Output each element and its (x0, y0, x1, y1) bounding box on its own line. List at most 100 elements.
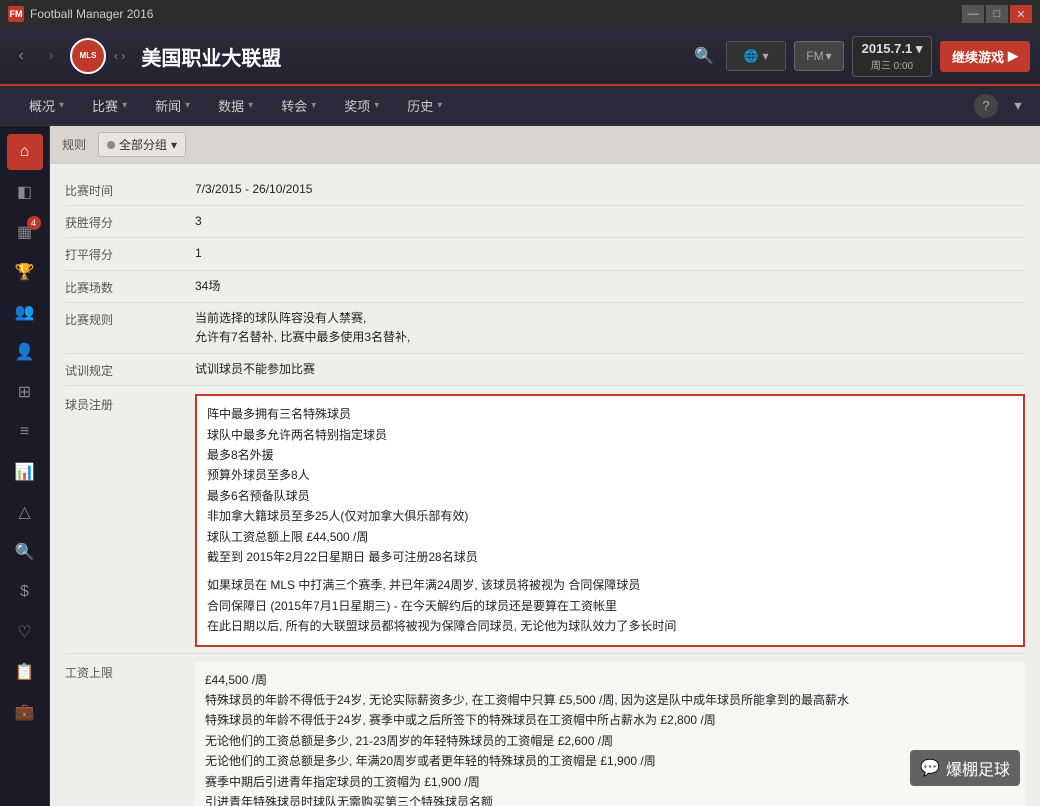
app-icon: FM (8, 6, 24, 22)
table-content: 比赛时间 7/3/2015 - 26/10/2015 获胜得分 3 打平得分 1 (50, 164, 1040, 806)
main-layout: ⌂ ◧ ▦4 🏆 👥 👤 ⊞ ≡ 📊 △ 🔍 $ ♡ 📋 💼 规则 全部分组 ▾ (0, 126, 1040, 806)
win-points-row: 获胜得分 3 (65, 206, 1025, 238)
training-rules-label: 试训规定 (65, 360, 195, 379)
draw-points-label: 打平得分 (65, 244, 195, 263)
sec-nav-chevron: ▾ (122, 100, 127, 111)
sidebar-icon-heart[interactable]: ♡ (7, 614, 43, 650)
date-bottom: 周三 0:00 (861, 57, 923, 72)
rules-bar: 规则 全部分组 ▾ (50, 126, 1040, 164)
sidebar-icon-grid[interactable]: ⊞ (7, 374, 43, 410)
fm-chevron: ▾ (826, 49, 832, 63)
sec-nav-新闻[interactable]: 新闻▾ (141, 86, 204, 126)
win-points-value: 3 (195, 212, 1025, 231)
match-rules-value: 当前选择的球队阵容没有人禁赛,允许有7名替补, 比赛中最多使用3名替补, (195, 309, 1025, 347)
match-rules-row: 比赛规则 当前选择的球队阵容没有人禁赛,允许有7名替补, 比赛中最多使用3名替补… (65, 303, 1025, 354)
wechat-icon: 💬 (920, 758, 940, 778)
reg-line: 最多8名外援 (207, 445, 1013, 465)
sidebar-icon-bag[interactable]: 💼 (7, 694, 43, 730)
maximize-button[interactable]: □ (986, 5, 1008, 23)
sec-nav-label: 转会 (281, 96, 307, 115)
content-area: 规则 全部分组 ▾ 比赛时间 7/3/2015 - 26/10/2015 (50, 126, 1040, 806)
globe-icon: 🌐 (743, 49, 758, 63)
league-title: 美国职业大联盟 (141, 42, 682, 71)
salary-line: £44,500 /周 (205, 670, 1015, 690)
sec-nav-end: ? ▾ (974, 94, 1040, 118)
league-logo: MLS (70, 38, 106, 74)
date-display[interactable]: 2015.7.1 ▾ 周三 0:00 (852, 36, 932, 77)
sec-nav-chevron: ▾ (248, 100, 253, 111)
help-button[interactable]: ? (974, 94, 998, 118)
salary-line: 无论他们的工资总额是多少, 21-23周岁的年轻特殊球员的工资帽是 £2,600… (205, 731, 1015, 751)
watermark-text: 爆棚足球 (946, 756, 1010, 780)
sidebar-icon-home[interactable]: ⌂ (7, 134, 43, 170)
sidebar-icon-people[interactable]: 👥 (7, 294, 43, 330)
continue-icon: ▶ (1008, 48, 1018, 64)
sidebar-icon-chart[interactable]: 📊 (7, 454, 43, 490)
salary-line: 无论他们的工资总额是多少, 年满20周岁或者更年轻的特殊球员的工资帽是 £1,9… (205, 751, 1015, 771)
sidebar-icon-calendar[interactable]: ▦4 (7, 214, 43, 250)
sec-nav-比赛[interactable]: 比赛▾ (78, 86, 141, 126)
close-button[interactable]: ✕ (1010, 5, 1032, 23)
continue-button[interactable]: 继续游戏 ▶ (940, 41, 1030, 72)
minimize-button[interactable]: — (962, 5, 984, 23)
sec-nav-奖项[interactable]: 奖项▾ (330, 86, 393, 126)
fm-label: FM (806, 49, 823, 63)
collapse-button[interactable]: ▾ (1006, 94, 1030, 118)
date-top: 2015.7.1 ▾ (861, 41, 923, 57)
reg-line: 阵中最多拥有三名特殊球员 (207, 404, 1013, 424)
window-controls: — □ ✕ (962, 5, 1032, 23)
registration-label: 球员注册 (65, 394, 195, 413)
secondary-nav: 概况▾比赛▾新闻▾数据▾转会▾奖项▾历史▾ ? ▾ (0, 86, 1040, 126)
watermark: 💬 爆棚足球 (910, 750, 1020, 786)
sidebar-icon-squad[interactable]: ◧ (7, 174, 43, 210)
sidebar-icon-person[interactable]: 👤 (7, 334, 43, 370)
reg-line: 合同保障日 (2015年7月1日星期三) - 在今天解约后的球员还是要算在工资帐… (207, 596, 1013, 616)
group-selector[interactable]: 全部分组 ▾ (98, 132, 186, 157)
sidebar-icon-search2[interactable]: 🔍 (7, 534, 43, 570)
forward-button[interactable]: › (40, 45, 62, 67)
reg-line: 如果球员在 MLS 中打满三个赛季, 并已年满24周岁, 该球员将被视为 合同保… (207, 575, 1013, 595)
sidebar-icon-dollar[interactable]: $ (7, 574, 43, 610)
sec-nav-数据[interactable]: 数据▾ (204, 86, 267, 126)
sec-nav-转会[interactable]: 转会▾ (267, 86, 330, 126)
reg-line: 预算外球员至多8人 (207, 465, 1013, 485)
rules-label: 规则 (62, 136, 86, 153)
sidebar-icon-stats[interactable]: ≡ (7, 414, 43, 450)
registration-value: 阵中最多拥有三名特殊球员球队中最多允许两名特别指定球员最多8名外援预算外球员至多… (195, 394, 1025, 646)
reg-line: 在此日期以后, 所有的大联盟球员都将被视为保障合同球员, 无论他为球队效力了多长… (207, 616, 1013, 636)
sidebar-icon-alert[interactable]: △ (7, 494, 43, 530)
sec-nav-chevron: ▾ (59, 100, 64, 111)
sidebar-icon-trophy[interactable]: 🏆 (7, 254, 43, 290)
salary-line: 特殊球员的年龄不得低于24岁, 无论实际薪资多少, 在工资帽中只算 £5,500… (205, 690, 1015, 710)
content-wrapper: 规则 全部分组 ▾ 比赛时间 7/3/2015 - 26/10/2015 (50, 126, 1040, 806)
app-container: ‹ › MLS ‹ › 美国职业大联盟 🔍 🌐 ▾ FM ▾ 2015.7.1 … (0, 28, 1040, 806)
match-time-row: 比赛时间 7/3/2015 - 26/10/2015 (65, 174, 1025, 206)
sec-nav-chevron: ▾ (374, 100, 379, 111)
matches-count-value: 34场 (195, 277, 1025, 296)
reg-line (207, 567, 1013, 575)
salary-line: 赛季中期后引进青年指定球员的工资帽为 £1,900 /周 (205, 772, 1015, 792)
reg-line: 截至到 2015年2月22日星期日 最多可注册28名球员 (207, 547, 1013, 567)
matches-count-row: 比赛场数 34场 (65, 271, 1025, 303)
match-time-label: 比赛时间 (65, 180, 195, 199)
reg-line: 最多6名预备队球员 (207, 486, 1013, 506)
registration-row: 球员注册 阵中最多拥有三名特殊球员球队中最多允许两名特别指定球员最多8名外援预算… (65, 386, 1025, 653)
draw-points-row: 打平得分 1 (65, 238, 1025, 270)
salary-row: 工资上限 £44,500 /周特殊球员的年龄不得低于24岁, 无论实际薪资多少,… (65, 654, 1025, 806)
win-points-label: 获胜得分 (65, 212, 195, 231)
dot-icon (107, 141, 115, 149)
sec-nav-历史[interactable]: 历史▾ (393, 86, 456, 126)
sidebar-icon-clipboard[interactable]: 📋 (7, 654, 43, 690)
search-button[interactable]: 🔍 (690, 42, 718, 70)
back-button[interactable]: ‹ (10, 45, 32, 67)
fm-button[interactable]: FM ▾ (794, 41, 844, 71)
reg-line: 球队工资总额上限 £44,500 /周 (207, 527, 1013, 547)
sec-nav-概况[interactable]: 概况▾ (15, 86, 78, 126)
sec-nav-chevron: ▾ (185, 100, 190, 111)
league-logo-text: MLS (80, 51, 97, 61)
globe-button[interactable]: 🌐 ▾ (726, 41, 786, 71)
salary-line: 特殊球员的年龄不得低于24岁, 赛季中或之后所签下的特殊球员在工资帽中所占薪水为… (205, 710, 1015, 730)
training-rules-value: 试训球员不能参加比赛 (195, 360, 1025, 379)
group-chevron: ▾ (171, 138, 177, 152)
globe-chevron: ▾ (762, 49, 768, 63)
